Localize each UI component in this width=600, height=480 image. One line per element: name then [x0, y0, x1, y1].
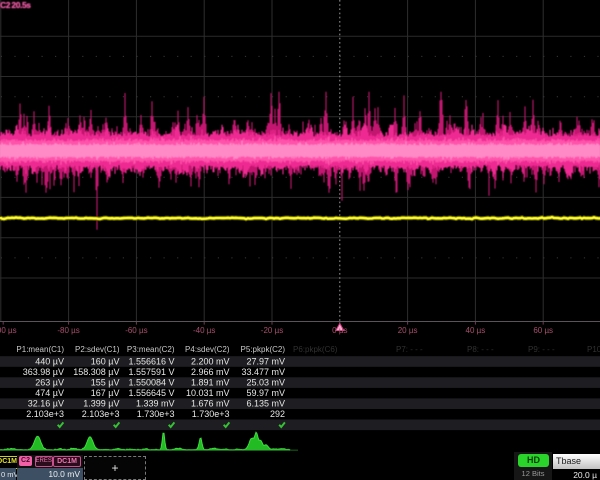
svg-text:292: 292 — [270, 409, 285, 419]
svg-text:1.730e+3: 1.730e+3 — [137, 409, 175, 419]
svg-text:P6:pkpk(C6): P6:pkpk(C6) — [293, 345, 338, 354]
svg-text:1.399 µV: 1.399 µV — [83, 399, 119, 409]
svg-text:-20 µs: -20 µs — [261, 326, 283, 335]
svg-text:P10: - -: P10: - - — [587, 345, 600, 354]
svg-text:33.477 mV: 33.477 mV — [241, 367, 285, 377]
svg-text:0 µs: 0 µs — [332, 326, 347, 335]
svg-text:2.200 mV: 2.200 mV — [191, 357, 230, 367]
svg-text:158.308 µV: 158.308 µV — [73, 367, 119, 377]
svg-text:1.676 mV: 1.676 mV — [191, 399, 230, 409]
svg-text:167 µV: 167 µV — [91, 388, 120, 398]
svg-text:1.556645 V: 1.556645 V — [128, 388, 174, 398]
svg-text:P7: - - -: P7: - - - — [396, 345, 423, 354]
svg-text:363.98 µV: 363.98 µV — [23, 367, 64, 377]
svg-text:P4:sdev(C2): P4:sdev(C2) — [185, 345, 230, 354]
svg-text:2.103e+3: 2.103e+3 — [82, 409, 120, 419]
svg-text:6.135 mV: 6.135 mV — [246, 399, 285, 409]
svg-text:1.339 mV: 1.339 mV — [136, 399, 175, 409]
svg-text:P3:mean(C2): P3:mean(C2) — [127, 345, 175, 354]
svg-text:27.97 mV: 27.97 mV — [246, 357, 285, 367]
svg-text:-100 µs: -100 µs — [0, 326, 17, 335]
svg-text:263 µV: 263 µV — [35, 378, 64, 388]
svg-text:20 µs: 20 µs — [398, 326, 418, 335]
svg-text:1.730e+3: 1.730e+3 — [192, 409, 230, 419]
svg-text:P1:mean(C1): P1:mean(C1) — [16, 345, 64, 354]
svg-text:P9: - - -: P9: - - - — [528, 345, 555, 354]
svg-text:-80 µs: -80 µs — [57, 326, 79, 335]
svg-text:40 µs: 40 µs — [466, 326, 486, 335]
svg-text:1.557591 V: 1.557591 V — [128, 367, 174, 377]
svg-text:1.550084 V: 1.550084 V — [128, 378, 174, 388]
svg-text:P8: - - -: P8: - - - — [467, 345, 494, 354]
svg-text:60 µs: 60 µs — [533, 326, 553, 335]
svg-text:10.031 mV: 10.031 mV — [186, 388, 230, 398]
svg-text:1.556616 V: 1.556616 V — [128, 357, 174, 367]
svg-text:-40 µs: -40 µs — [193, 326, 215, 335]
svg-text:P2:sdev(C1): P2:sdev(C1) — [75, 345, 120, 354]
svg-text:1.891 mV: 1.891 mV — [191, 378, 230, 388]
svg-text:474 µV: 474 µV — [35, 388, 64, 398]
svg-text:59.97 mV: 59.97 mV — [246, 388, 285, 398]
svg-text:-60 µs: -60 µs — [125, 326, 147, 335]
svg-text:2.966 mV: 2.966 mV — [191, 367, 230, 377]
svg-text:32.16 µV: 32.16 µV — [28, 399, 64, 409]
svg-text:440 µV: 440 µV — [35, 357, 64, 367]
svg-text:2.103e+3: 2.103e+3 — [26, 409, 64, 419]
svg-text:P5:pkpk(C2): P5:pkpk(C2) — [241, 345, 286, 354]
svg-text:155 µV: 155 µV — [91, 378, 120, 388]
svg-text:160 µV: 160 µV — [91, 357, 120, 367]
svg-text:25.03 mV: 25.03 mV — [246, 378, 285, 388]
